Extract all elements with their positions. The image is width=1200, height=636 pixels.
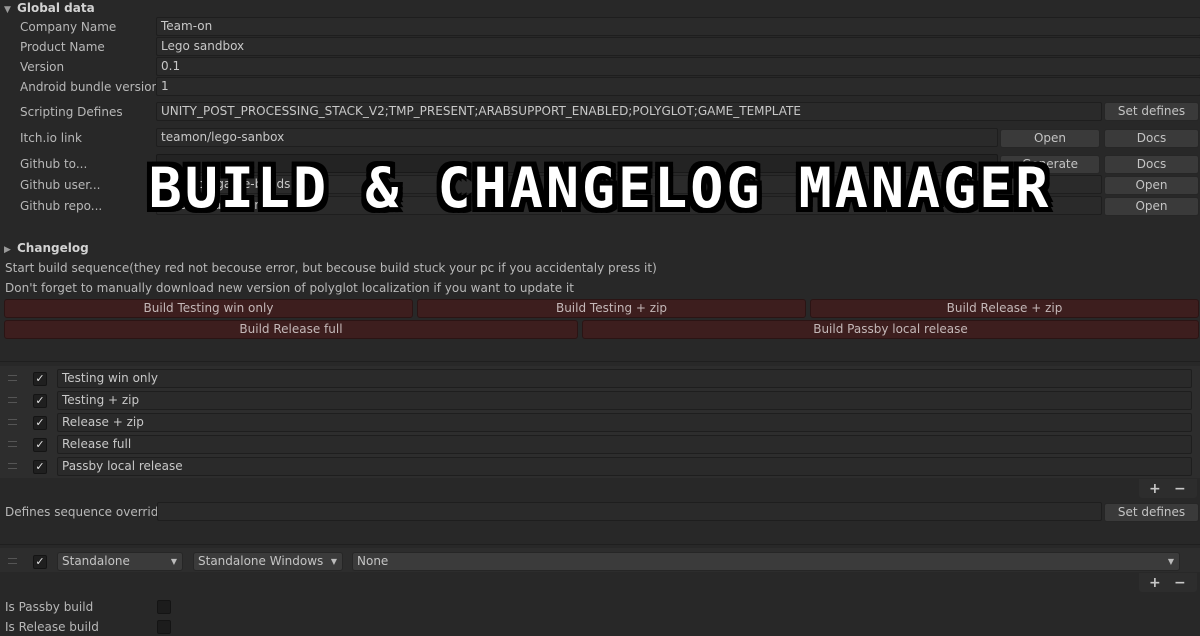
dropdown-arrow-icon: ▼ xyxy=(170,557,177,566)
sequence-checkbox-2[interactable]: ✓ xyxy=(33,394,47,408)
sequence-item-3[interactable]: Release + zip xyxy=(57,413,1192,432)
defines-override-field[interactable] xyxy=(157,502,1102,521)
sequence-checkbox-1[interactable]: ✓ xyxy=(33,372,47,386)
build-testing-zip-button[interactable]: Build Testing + zip xyxy=(417,299,806,318)
polyglot-info: Don't forget to manually download new ve… xyxy=(5,281,574,295)
drag-handle-icon[interactable] xyxy=(8,441,17,447)
company-name-field[interactable]: Team-on xyxy=(156,17,1200,36)
scripting-defines-field[interactable]: UNITY_POST_PROCESSING_STACK_V2;TMP_PRESE… xyxy=(156,102,1102,121)
sequence-item-2[interactable]: Testing + zip xyxy=(57,391,1192,410)
list-footer xyxy=(1139,573,1197,592)
list-separator xyxy=(0,544,1200,545)
build-release-full-button[interactable]: Build Release full xyxy=(4,320,578,339)
remove-target-button[interactable]: − xyxy=(1174,575,1186,591)
foldout-closed-icon: ▶ xyxy=(4,245,11,255)
android-bundle-version-field[interactable]: 1 xyxy=(156,77,1200,96)
drag-handle-icon[interactable] xyxy=(8,463,17,469)
build-options-dropdown[interactable]: None ▼ xyxy=(352,552,1180,571)
add-sequence-button[interactable]: + xyxy=(1149,481,1161,497)
global-data-foldout[interactable]: ▼ Global data xyxy=(4,0,95,18)
build-passby-local-release-button[interactable]: Build Passby local release xyxy=(582,320,1199,339)
sequence-item-1[interactable]: Testing win only xyxy=(57,369,1192,388)
banner-title: Build & Changelog Manager xyxy=(148,156,1052,220)
build-target-dropdown[interactable]: Standalone Windows ▼ xyxy=(193,552,343,571)
drag-handle-icon[interactable] xyxy=(8,419,17,425)
drag-handle-icon[interactable] xyxy=(8,558,17,564)
target-checkbox[interactable]: ✓ xyxy=(33,555,47,569)
is-passby-build-label: Is Passby build xyxy=(5,600,94,614)
defines-override-label: Defines sequence override xyxy=(5,505,166,519)
foldout-open-icon: ▼ xyxy=(4,5,11,15)
android-bundle-version-label: Android bundle version xyxy=(20,80,160,94)
sequence-checkbox-5[interactable]: ✓ xyxy=(33,460,47,474)
sequence-checkbox-4[interactable]: ✓ xyxy=(33,438,47,452)
build-sequence-info: Start build sequence(they red not becous… xyxy=(5,261,657,275)
set-defines-button[interactable]: Set defines xyxy=(1104,102,1199,121)
add-target-button[interactable]: + xyxy=(1149,575,1161,591)
is-release-build-checkbox[interactable] xyxy=(157,620,171,634)
drag-handle-icon[interactable] xyxy=(8,375,17,381)
list-footer xyxy=(1139,479,1197,498)
sequence-checkbox-3[interactable]: ✓ xyxy=(33,416,47,430)
scripting-defines-label: Scripting Defines xyxy=(20,105,123,119)
remove-sequence-button[interactable]: − xyxy=(1174,481,1186,497)
product-name-label: Product Name xyxy=(20,40,105,54)
override-set-defines-button[interactable]: Set defines xyxy=(1104,503,1199,522)
build-release-zip-button[interactable]: Build Release + zip xyxy=(810,299,1199,318)
list-separator xyxy=(0,361,1200,362)
changelog-foldout[interactable]: ▶ Changelog xyxy=(4,240,89,258)
drag-handle-icon[interactable] xyxy=(8,397,17,403)
is-release-build-label: Is Release build xyxy=(5,620,99,634)
version-label: Version xyxy=(20,60,65,74)
is-passby-build-checkbox[interactable] xyxy=(157,600,171,614)
dropdown-arrow-icon: ▼ xyxy=(330,557,337,566)
version-field[interactable]: 0.1 xyxy=(156,57,1200,76)
company-name-label: Company Name xyxy=(20,20,117,34)
dropdown-arrow-icon: ▼ xyxy=(1167,557,1174,566)
sequence-item-5[interactable]: Passby local release xyxy=(57,457,1192,476)
build-testing-win-only-button[interactable]: Build Testing win only xyxy=(4,299,413,318)
product-name-field[interactable]: Lego sandbox xyxy=(156,37,1200,56)
sequence-item-4[interactable]: Release full xyxy=(57,435,1192,454)
build-group-dropdown[interactable]: Standalone ▼ xyxy=(57,552,183,571)
